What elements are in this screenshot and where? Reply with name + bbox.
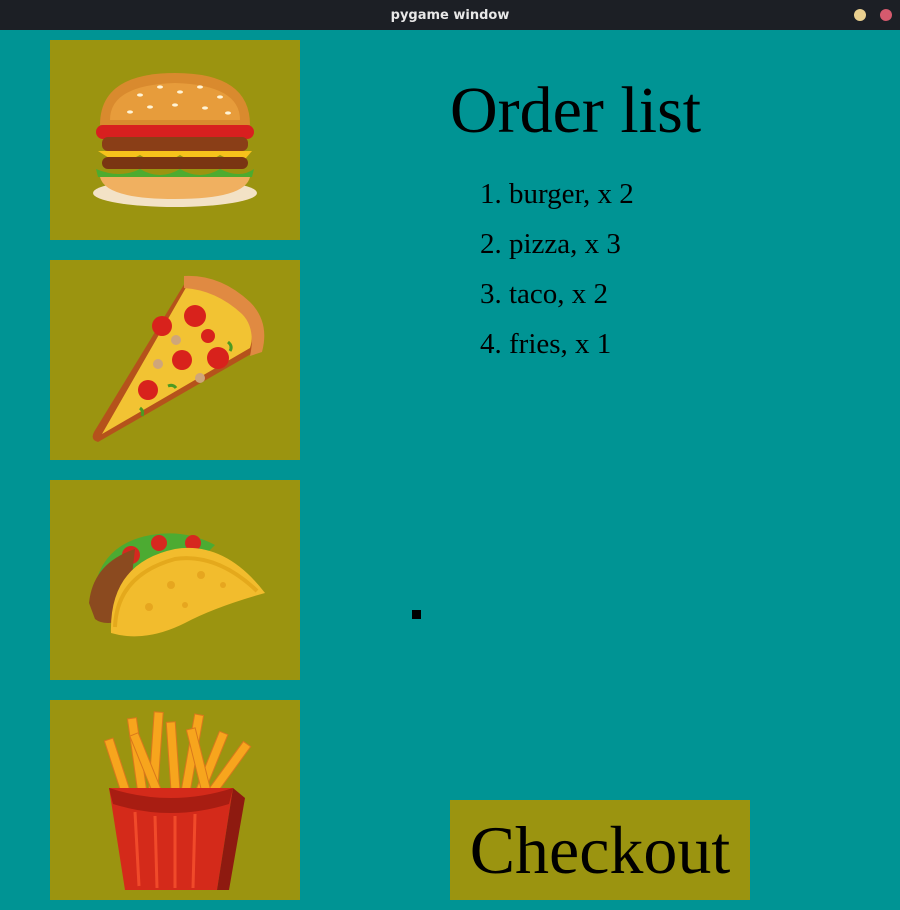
close-button[interactable]	[880, 9, 892, 21]
order-list-item: 3. taco, x 2	[480, 278, 609, 310]
order-list-title: Order list	[450, 74, 702, 147]
minimize-button[interactable]	[854, 9, 866, 21]
checkout-button[interactable]: Checkout	[450, 800, 750, 900]
burger-tile[interactable]	[50, 40, 300, 240]
fries-tile[interactable]	[50, 700, 300, 900]
taco-icon	[89, 533, 265, 637]
order-list-item: 1. burger, x 2	[480, 178, 634, 210]
title-bar: pygame window	[0, 0, 900, 30]
order-list-item: 4. fries, x 1	[480, 328, 612, 360]
game-canvas: Order list 1. burger, x 2 2. pizza, x 3 …	[0, 30, 900, 910]
fries-icon	[103, 710, 252, 890]
pygame-window: pygame window Order list 1. burger, x 2 …	[0, 0, 900, 910]
pizza-tile[interactable]	[50, 260, 300, 460]
mouse-cursor	[412, 610, 421, 619]
checkout-label: Checkout	[469, 812, 731, 888]
window-title: pygame window	[390, 7, 510, 23]
taco-tile[interactable]	[50, 480, 300, 680]
pizza-icon	[92, 275, 265, 442]
burger-icon	[93, 73, 257, 207]
order-list: 1. burger, x 2 2. pizza, x 3 3. taco, x …	[480, 178, 634, 378]
order-list-item: 2. pizza, x 3	[480, 228, 621, 260]
